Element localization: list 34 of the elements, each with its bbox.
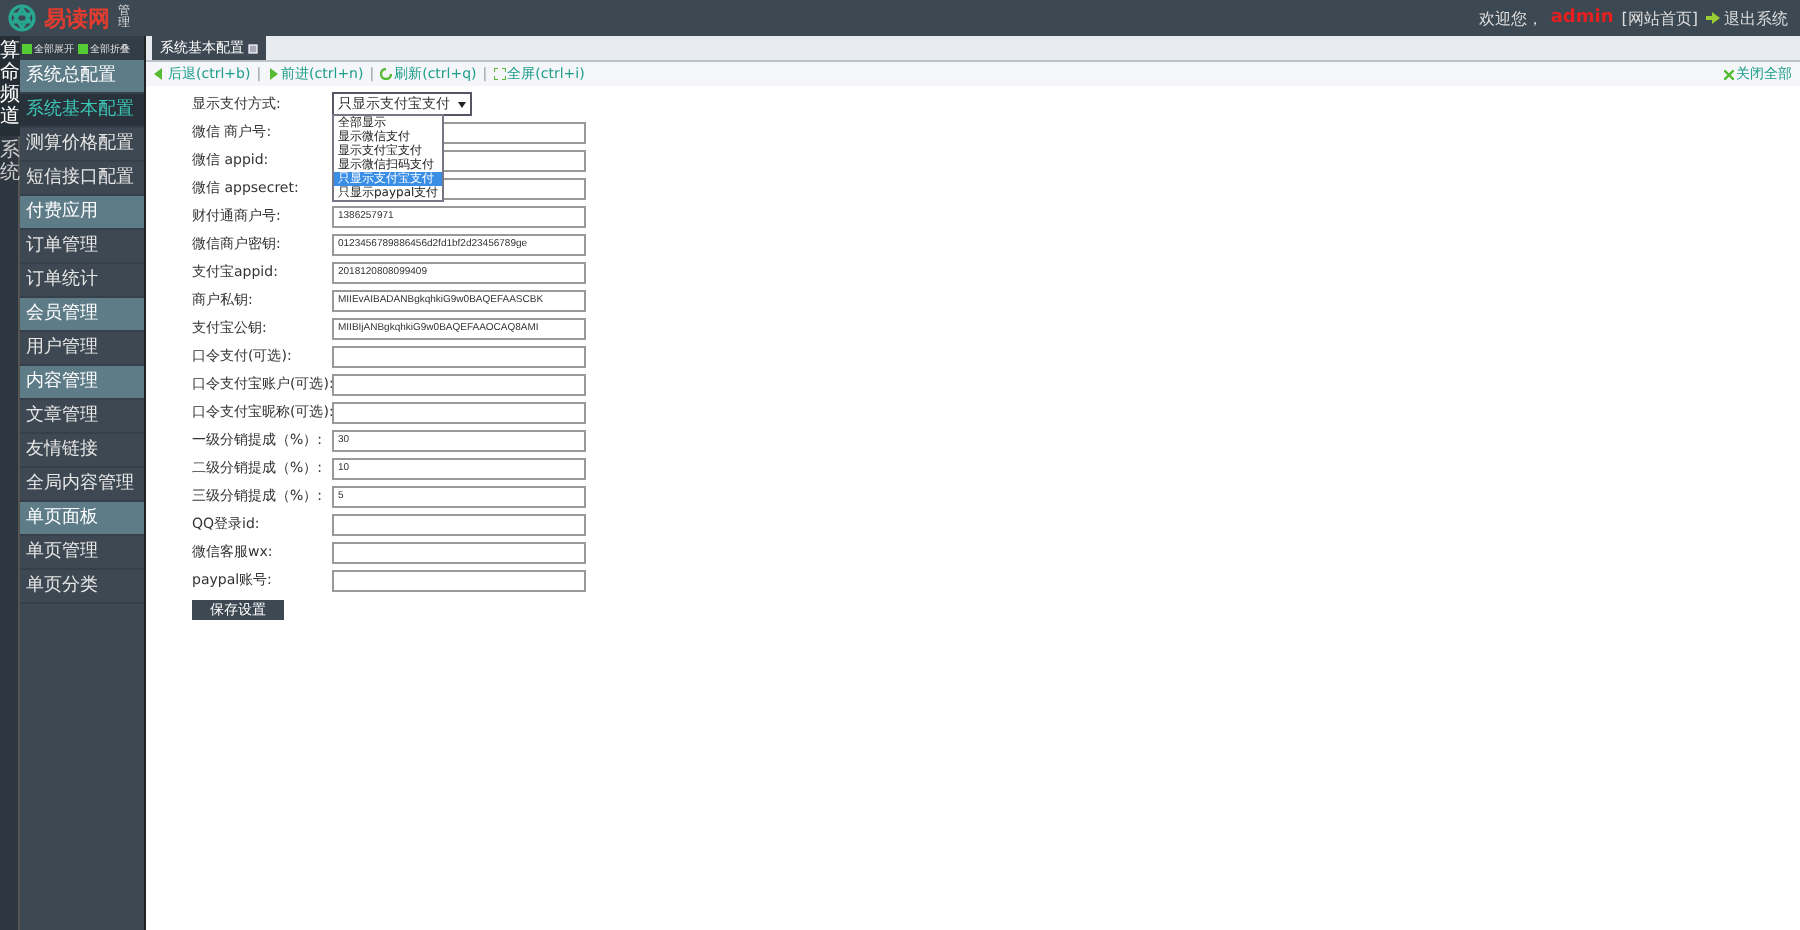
refresh-icon (380, 68, 393, 80)
menu-section[interactable]: 单页面板 (20, 502, 144, 536)
menu-item[interactable]: 文章管理 (20, 400, 144, 434)
input-field[interactable] (332, 345, 586, 367)
menu-item[interactable]: 订单管理 (20, 230, 144, 264)
channel-tab[interactable]: 系统 (0, 136, 20, 192)
input-field[interactable] (332, 373, 586, 395)
square-icon (78, 43, 88, 53)
input-field[interactable] (332, 513, 586, 535)
dropdown-caret-icon (458, 101, 466, 107)
site-logo: 易读网 (44, 3, 110, 33)
logout-link[interactable]: 退出系统 (1706, 7, 1788, 29)
welcome-text: 欢迎您， (1478, 7, 1543, 29)
menu-item[interactable]: 测算价格配置 (20, 128, 144, 162)
menu-item[interactable]: 单页管理 (20, 536, 144, 570)
menu-section[interactable]: 系统总配置 (20, 60, 144, 94)
menu-item[interactable]: 系统基本配置 (20, 94, 144, 128)
channel-tab[interactable]: 算命频道 (0, 36, 20, 136)
menu-section[interactable]: 会员管理 (20, 298, 144, 332)
menu-section[interactable]: 内容管理 (20, 366, 144, 400)
arrow-icon (1706, 12, 1720, 24)
logo-icon (8, 4, 36, 32)
user-name: admin (1550, 8, 1614, 28)
home-link[interactable]: [网站首页] (1621, 7, 1698, 29)
square-icon (22, 43, 32, 53)
menu-item[interactable]: 单页分类 (20, 570, 144, 604)
forward-arrow-icon (267, 68, 280, 80)
menu-section[interactable]: 付费应用 (20, 196, 144, 230)
input-field[interactable] (332, 541, 586, 563)
menu-item[interactable]: 友情链接 (20, 434, 144, 468)
input-field[interactable] (332, 569, 586, 591)
fullscreen-icon (493, 68, 506, 80)
input-field[interactable] (332, 401, 586, 423)
back-arrow-icon (154, 68, 166, 80)
